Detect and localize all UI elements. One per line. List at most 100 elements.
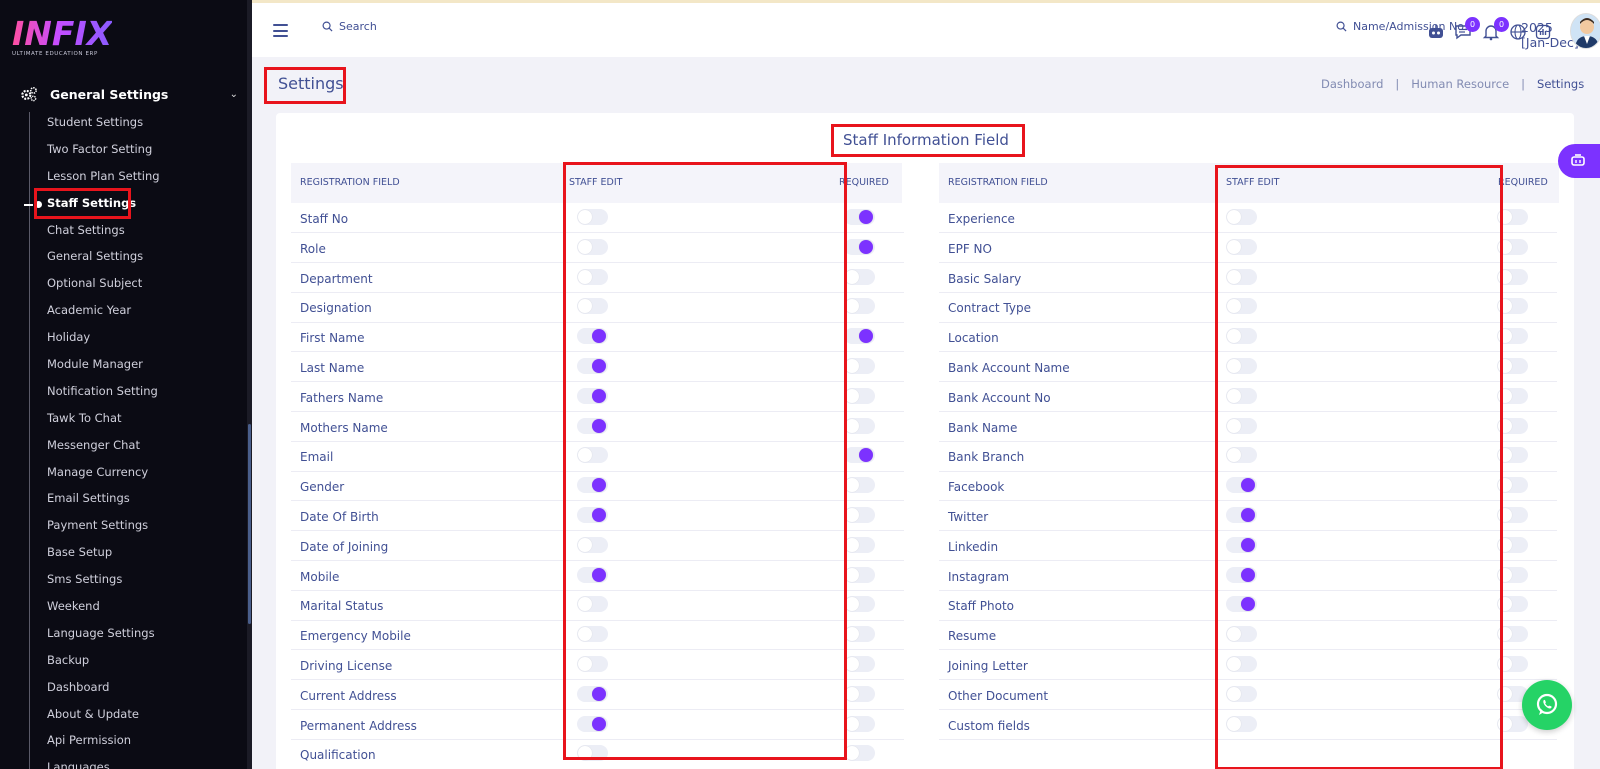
breadcrumb-separator: | — [1395, 77, 1400, 91]
sidebar-item[interactable]: Dashboard — [47, 679, 160, 706]
sidebar-scrollbar-track[interactable] — [247, 0, 252, 769]
sidebar-item[interactable]: General Settings — [47, 248, 160, 275]
sidebar-item[interactable]: Manage Currency — [47, 464, 160, 491]
required-toggle[interactable] — [844, 298, 875, 315]
required-toggle[interactable] — [844, 447, 875, 464]
chevron-down-icon[interactable]: ⌄ — [230, 89, 238, 100]
robot-icon[interactable] — [1427, 23, 1445, 41]
hamburger-icon[interactable] — [273, 24, 288, 37]
toggle-knob — [845, 359, 859, 373]
sidebar-item[interactable]: Api Permission — [47, 732, 160, 759]
field-label: Emergency Mobile — [300, 629, 411, 644]
field-label: Email — [300, 450, 334, 465]
required-toggle[interactable] — [844, 238, 875, 255]
required-toggle[interactable] — [844, 328, 875, 345]
highlight-box-title — [264, 67, 346, 104]
sidebar-item[interactable]: Payment Settings — [47, 517, 160, 544]
toggle-knob — [859, 239, 873, 254]
required-toggle[interactable] — [844, 626, 875, 643]
highlight-box-right-staff-edit — [1215, 165, 1503, 769]
sidebar-item[interactable]: Tawk To Chat — [47, 410, 160, 437]
required-toggle[interactable] — [844, 715, 875, 732]
sidebar-item[interactable]: Optional Subject — [47, 275, 160, 302]
cart-icon — [1571, 154, 1585, 166]
sidebar-item[interactable]: Module Manager — [47, 356, 160, 383]
field-label: Basic Salary — [948, 271, 1022, 286]
toggle-knob — [859, 329, 873, 344]
globe-icon[interactable] — [1509, 23, 1527, 41]
field-label: Contract Type — [948, 301, 1031, 316]
field-label: Fathers Name — [300, 390, 384, 405]
breadcrumb-dashboard[interactable]: Dashboard — [1321, 77, 1383, 91]
field-label: Mothers Name — [300, 420, 388, 435]
sidebar-item[interactable]: Languages — [47, 759, 160, 769]
field-label: Staff No — [300, 212, 349, 226]
toggle-knob — [845, 537, 859, 552]
field-label: Staff Photo — [948, 599, 1014, 614]
toggle-knob — [845, 686, 859, 701]
sidebar-item[interactable]: Messenger Chat — [47, 437, 160, 464]
logo-word: INFIX — [12, 14, 113, 53]
required-toggle[interactable] — [844, 358, 875, 374]
report-icon[interactable] — [1534, 23, 1552, 41]
toggle-knob — [845, 269, 859, 284]
required-toggle[interactable] — [844, 566, 875, 583]
highlight-box-sidebar-active — [34, 188, 131, 219]
sidebar-item[interactable]: Notification Setting — [47, 383, 160, 410]
field-label: Permanent Address — [300, 718, 417, 733]
required-toggle[interactable] — [844, 417, 875, 434]
cart-button[interactable] — [1558, 144, 1600, 178]
gear-icon — [21, 86, 37, 102]
field-label: EPF NO — [948, 241, 992, 256]
toggle-knob — [845, 657, 859, 671]
search-icon — [1336, 21, 1347, 32]
top-header: Search Name/Admission No. 2025 [Jan-Dec]… — [252, 3, 1600, 57]
field-label: Qualification — [300, 748, 376, 763]
toggle-knob — [859, 210, 873, 224]
breadcrumb-separator: | — [1521, 77, 1526, 91]
sidebar-item[interactable]: Weekend — [47, 598, 160, 625]
breadcrumb-human-resource[interactable]: Human Resource — [1411, 77, 1509, 91]
required-toggle[interactable] — [844, 387, 875, 404]
logo-tagline: ULTIMATE EDUCATION ERP — [12, 51, 98, 57]
breadcrumb: Dashboard | Human Resource | Settings — [1321, 77, 1584, 91]
required-toggle[interactable] — [844, 477, 875, 494]
field-label: Bank Name — [948, 420, 1018, 435]
sidebar-item[interactable]: Language Settings — [47, 625, 160, 652]
sidebar-item[interactable]: Two Factor Setting — [47, 141, 160, 168]
required-toggle[interactable] — [844, 536, 875, 553]
sidebar-item[interactable]: Base Setup — [47, 544, 160, 571]
required-toggle[interactable] — [844, 596, 875, 613]
name-admission-search[interactable]: Name/Admission No. — [1336, 20, 1467, 33]
sidebar-item[interactable]: Chat Settings — [47, 222, 160, 249]
field-label: Custom fields — [948, 718, 1030, 733]
field-label: Linkedin — [948, 539, 999, 554]
required-toggle[interactable] — [844, 656, 875, 672]
header-search[interactable]: Search — [322, 20, 377, 33]
required-toggle[interactable] — [844, 745, 875, 762]
sidebar-item[interactable]: Email Settings — [47, 490, 160, 517]
required-toggle[interactable] — [844, 268, 875, 285]
sidebar-item[interactable]: Academic Year — [47, 302, 160, 329]
field-label: Role — [300, 241, 326, 256]
user-avatar-icon — [1571, 14, 1600, 48]
required-toggle[interactable] — [844, 507, 875, 523]
logo[interactable]: INFIX ULTIMATE EDUCATION ERP — [12, 14, 113, 58]
sidebar-item[interactable]: Student Settings — [47, 114, 160, 141]
toggle-knob — [845, 418, 859, 433]
whatsapp-button[interactable] — [1522, 680, 1572, 730]
avatar[interactable] — [1570, 13, 1600, 49]
sidebar-item[interactable]: Backup — [47, 652, 160, 679]
required-toggle[interactable] — [844, 209, 875, 225]
sidebar-scrollbar-thumb[interactable] — [248, 424, 251, 624]
sidebar-item[interactable]: Sms Settings — [47, 571, 160, 598]
sidebar-item[interactable]: Holiday — [47, 329, 160, 356]
sidebar: INFIX ULTIMATE EDUCATION ERP General Set… — [0, 0, 252, 769]
sidebar-section-general-settings[interactable]: General Settings ⌄ — [20, 83, 238, 105]
field-label: Date of Joining — [300, 539, 389, 554]
required-toggle[interactable] — [844, 685, 875, 702]
field-label: Other Document — [948, 688, 1049, 703]
notification-count-badge: 0 — [1494, 17, 1509, 32]
chat-count-badge: 0 — [1465, 17, 1480, 32]
sidebar-item[interactable]: About & Update — [47, 706, 160, 733]
